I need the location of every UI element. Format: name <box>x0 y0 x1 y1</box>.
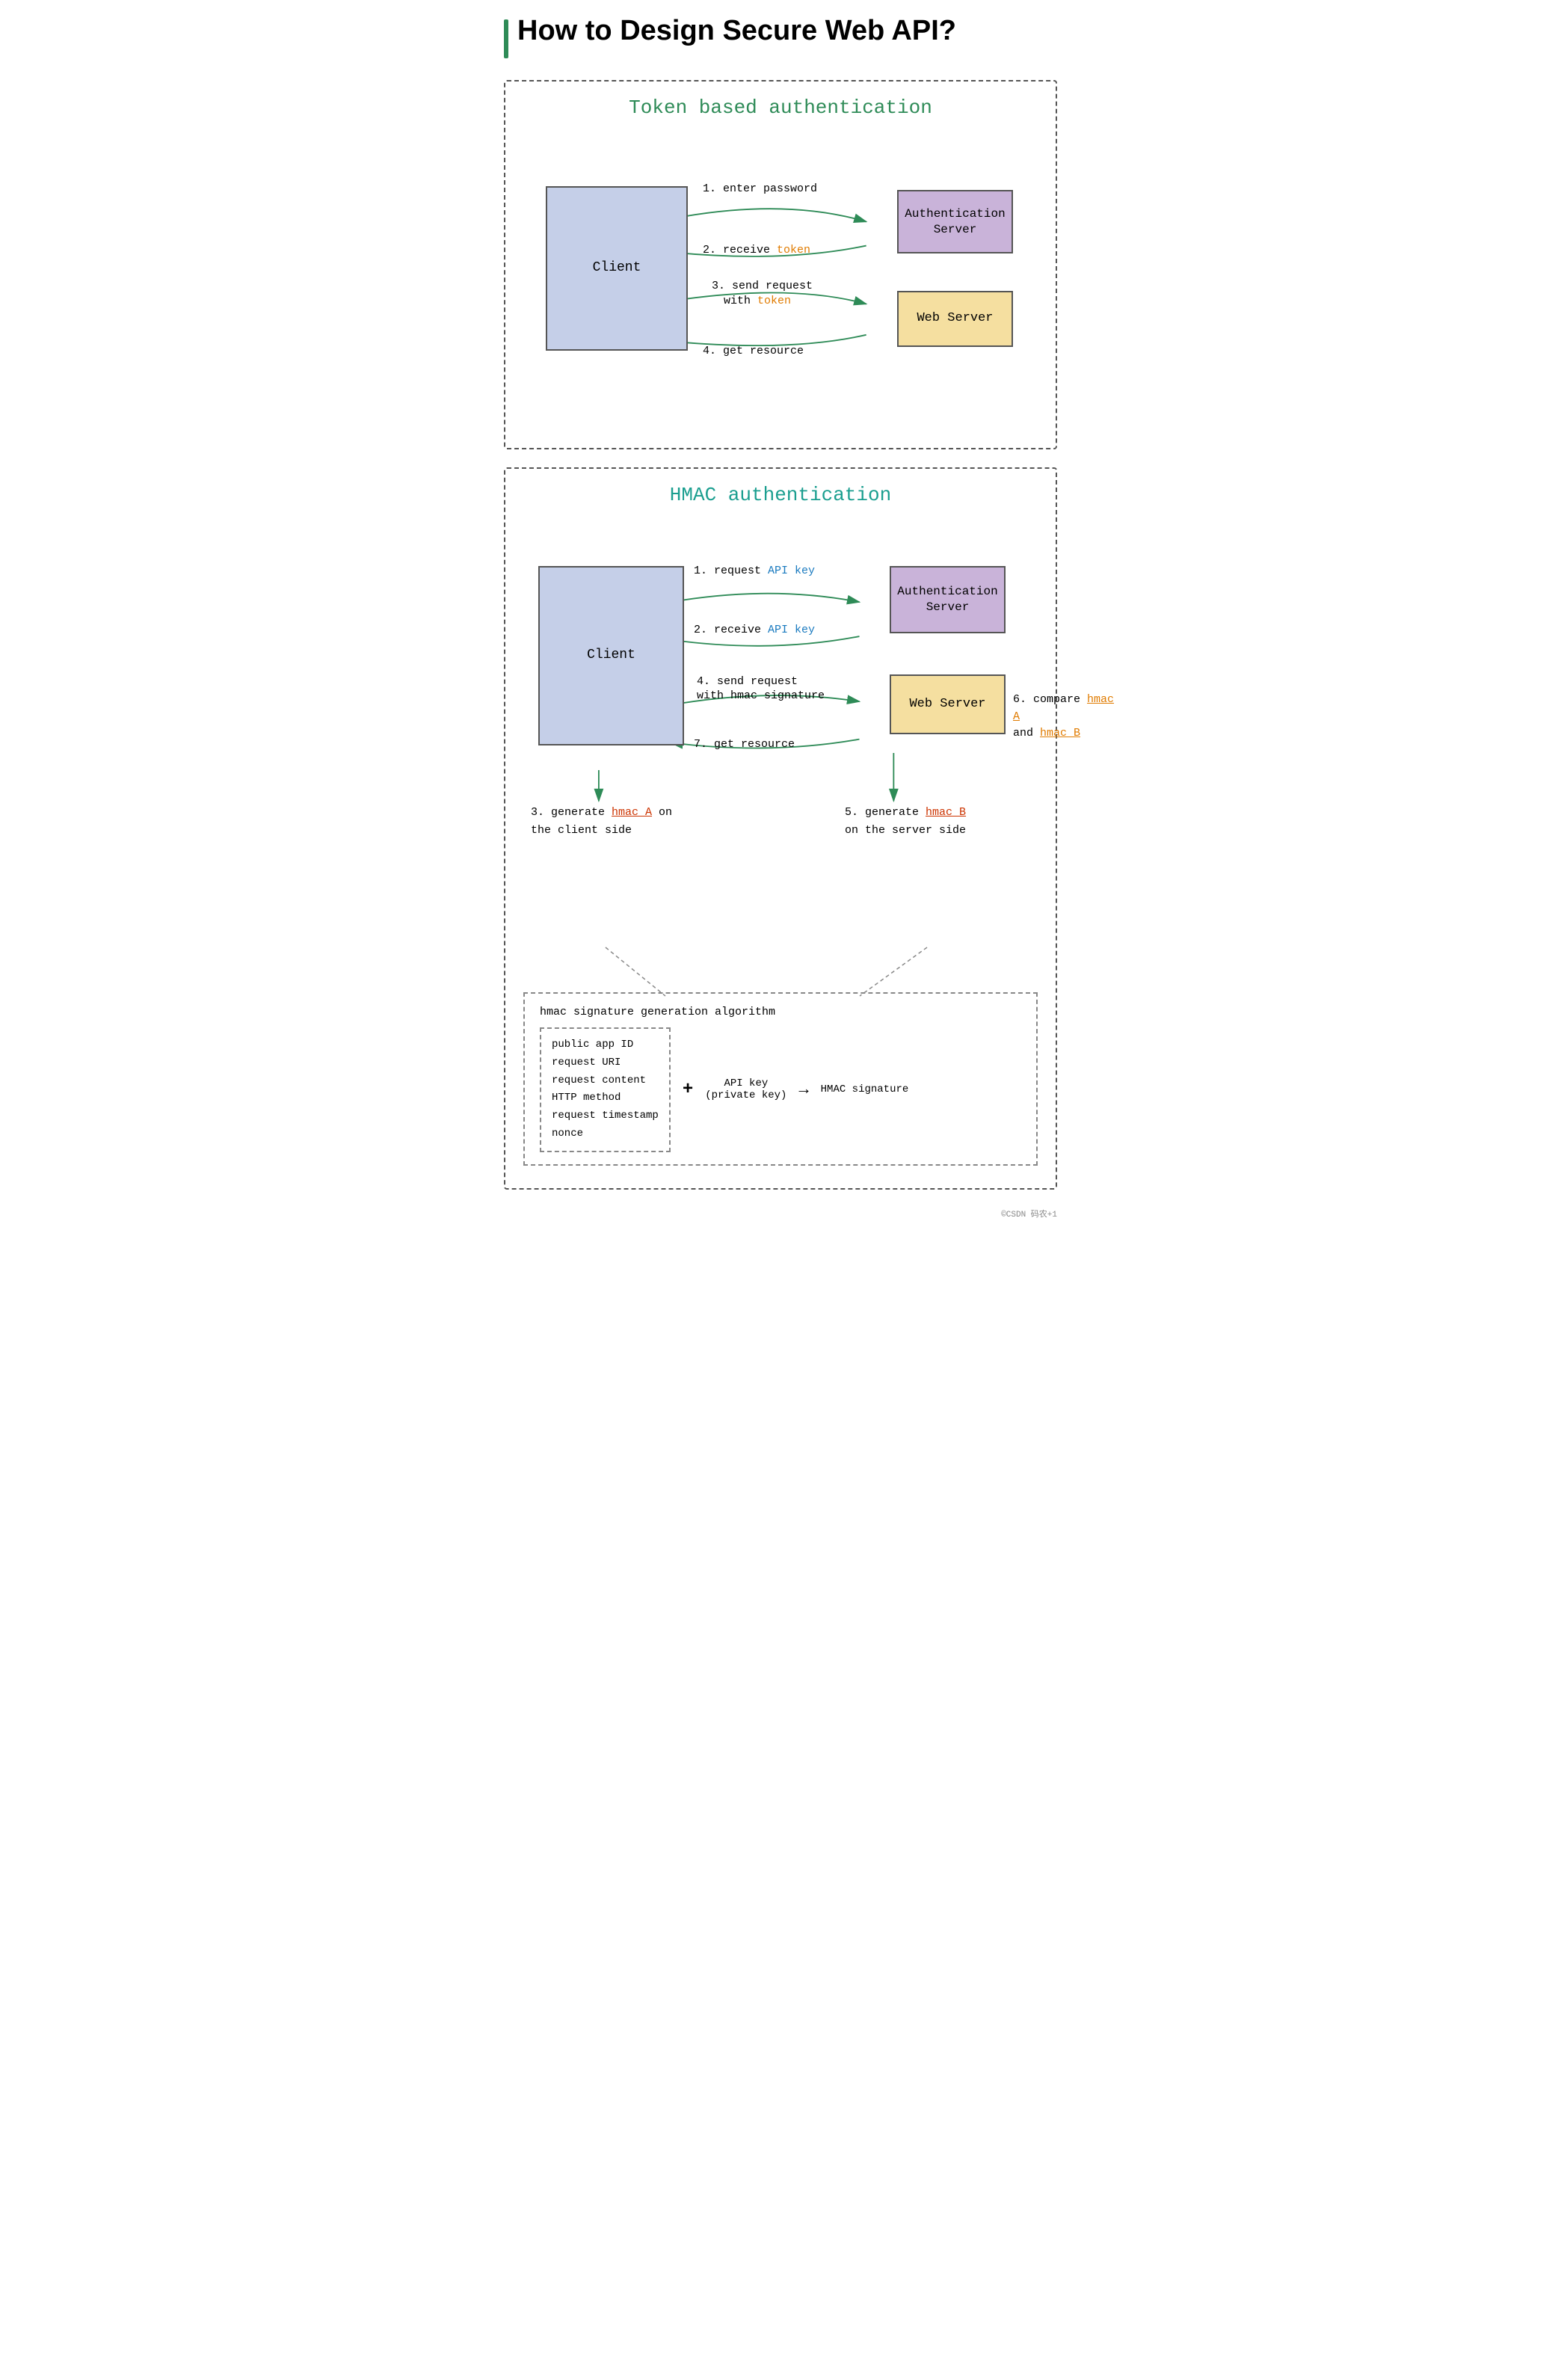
hmac-s1: 1. request API key <box>694 565 815 577</box>
algo-title: hmac signature generation algorithm <box>540 1006 1021 1018</box>
auth-server-label: AuthenticationServer <box>905 206 1005 238</box>
hmac-web-server-label: Web Server <box>909 696 985 713</box>
web-server-box: Web Server <box>897 291 1013 347</box>
token-diagram: Client AuthenticationServer Web Server 1… <box>523 141 1038 425</box>
hmac-s4a: 4. send request <box>697 675 798 688</box>
hmac-web-server-box: Web Server <box>890 674 1006 734</box>
algo-content: public app ID request URI request conten… <box>540 1027 1021 1152</box>
page-title: How to Design Secure Web API? <box>517 15 956 47</box>
hmac-s4b: with hmac signature <box>697 689 825 702</box>
hmac-s2: 2. receive API key <box>694 624 815 636</box>
hmac-auth-section: HMAC authentication <box>504 467 1057 1190</box>
token-auth-section: Token based authentication Clie <box>504 80 1057 449</box>
algo-formula-arrow: → <box>798 1080 808 1099</box>
step3-label: 3. send request <box>712 280 813 292</box>
step4-label: 4. get resource <box>703 345 804 357</box>
hmac-section-title: HMAC authentication <box>523 484 1038 506</box>
step1-label: 1. enter password <box>703 182 817 195</box>
hmac-diagram: Client AuthenticationServer Web Server 1… <box>523 529 1038 977</box>
algo-key: API key (private key) <box>705 1077 786 1101</box>
title-bar <box>504 19 508 58</box>
algo-box: hmac signature generation algorithm publ… <box>523 992 1038 1166</box>
hmac-auth-server-label: AuthenticationServer <box>897 584 997 615</box>
hmac-s7: 7. get resource <box>694 738 795 751</box>
token-section-title: Token based authentication <box>523 96 1038 119</box>
step2-label: 2. receive token <box>703 244 810 256</box>
web-server-label: Web Server <box>917 310 993 327</box>
hmac-s3: 3. generate hmac A on the client side <box>531 804 672 840</box>
algo-result: HMAC signature <box>821 1083 909 1095</box>
step3b-label: with token <box>724 295 791 307</box>
hmac-client-box: Client <box>538 566 684 745</box>
hmac-s5: 5. generate hmac B on the server side <box>845 804 966 840</box>
client-label: Client <box>593 259 641 277</box>
auth-server-box: AuthenticationServer <box>897 190 1013 253</box>
client-box: Client <box>546 186 688 351</box>
hmac-s6: 6. compare hmac A and hmac B <box>1013 692 1118 742</box>
hmac-auth-server-box: AuthenticationServer <box>890 566 1006 633</box>
watermark: ©CSDN 码农+1 <box>504 1208 1057 1220</box>
algo-plus: + <box>683 1080 693 1100</box>
hmac-client-label: Client <box>587 647 635 664</box>
algo-inputs: public app ID request URI request conten… <box>540 1027 671 1152</box>
